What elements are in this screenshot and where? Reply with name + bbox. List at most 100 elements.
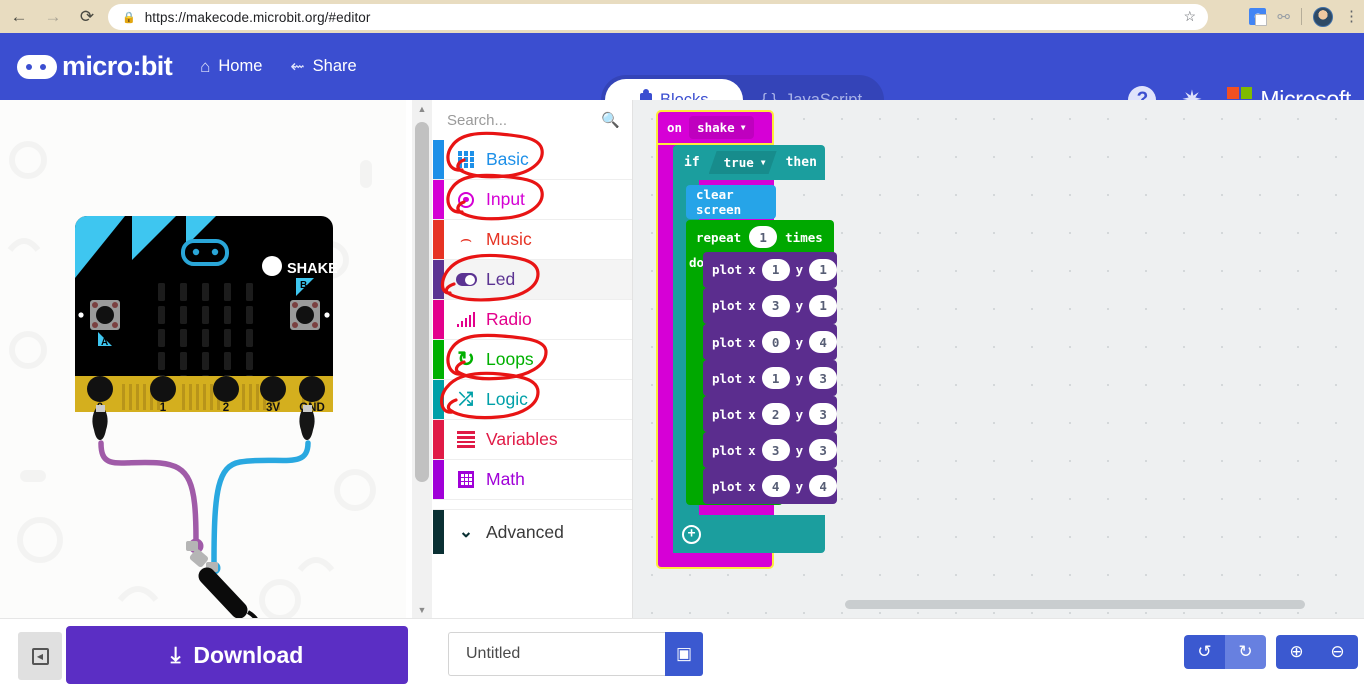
profile-avatar[interactable] <box>1313 6 1333 27</box>
toolbox-category-label: Led <box>486 269 516 289</box>
block-if-then[interactable]: if true ▼ then <box>673 145 825 180</box>
plot-label: plot <box>712 478 743 494</box>
grid-icon <box>455 151 477 168</box>
simulator-scrollbar[interactable]: ▲ ▼ <box>412 100 432 618</box>
block-plot[interactable]: plot x 4 y 4 <box>703 468 838 505</box>
collapse-simulator-button[interactable]: ◀ <box>18 632 62 680</box>
save-button[interactable]: ▣ <box>665 632 703 676</box>
three-dot-menu-icon[interactable]: ⋮ <box>1344 9 1359 24</box>
plot-label: plot <box>712 370 743 386</box>
redo-arrow-icon: ↻ <box>1238 642 1253 661</box>
toolbox-category-label: Logic <box>486 389 528 409</box>
browser-back-button[interactable]: ← <box>4 2 34 32</box>
download-button[interactable]: ⤓ Download <box>66 626 408 684</box>
signal-icon <box>455 312 477 327</box>
scroll-down-arrow-icon[interactable]: ▼ <box>412 601 432 618</box>
scrollbar-thumb[interactable] <box>415 122 429 482</box>
blocks-workspace[interactable]: on shake ▼ if true ▼ then + clear screen… <box>633 100 1364 618</box>
toolbox-category-advanced[interactable]: ⌄ Advanced <box>433 510 632 554</box>
plot-x-label: x <box>748 370 756 386</box>
bookmark-star-icon[interactable]: ☆ <box>1183 8 1196 25</box>
plot-x-input[interactable]: 0 <box>761 331 790 353</box>
zoom-out-button[interactable]: ⊖ <box>1317 635 1358 669</box>
toolbox-category-logic[interactable]: ⤮ Logic <box>433 380 632 420</box>
extensions-icon[interactable]: ⚯ <box>1277 8 1290 26</box>
repeat-count-input[interactable]: 1 <box>749 226 778 248</box>
workspace-horizontal-scrollbar[interactable] <box>845 600 1305 609</box>
toolbox-category-radio[interactable]: Radio <box>433 300 632 340</box>
browser-forward-button[interactable]: → <box>38 2 68 32</box>
category-color-strip <box>433 180 444 219</box>
magnifier-icon[interactable]: 🔍 <box>601 111 620 129</box>
block-repeat[interactable]: repeat 1 times <box>686 220 834 254</box>
plot-x-input[interactable]: 1 <box>761 367 790 390</box>
svg-text:2: 2 <box>223 402 229 414</box>
toolbox-search[interactable]: Search... 🔍 <box>433 100 632 140</box>
plot-x-label: x <box>748 262 756 278</box>
block-plot[interactable]: plot x 0 y 4 <box>703 324 838 360</box>
toolbox-category-variables[interactable]: Variables <box>433 420 632 460</box>
plot-x-input[interactable]: 4 <box>761 475 790 498</box>
block-plot[interactable]: plot x 3 y 1 <box>703 288 838 324</box>
clear-screen-label: clear screen <box>696 187 742 217</box>
block-plot[interactable]: plot x 3 y 3 <box>703 432 838 469</box>
svg-text:B: B <box>300 280 307 291</box>
plot-x-label: x <box>748 334 756 350</box>
project-name-input[interactable]: Untitled <box>448 632 665 676</box>
plot-x-input[interactable]: 1 <box>761 258 790 281</box>
toolbox-category-input[interactable]: Input <box>433 180 632 220</box>
if-block-footer[interactable]: + <box>673 515 825 553</box>
toolbox-category-loops[interactable]: ↻ Loops <box>433 340 632 380</box>
toolbox-category-label: Basic <box>486 149 529 169</box>
toolbox-category-label: Variables <box>486 429 558 449</box>
block-plot[interactable]: plot x 1 y 3 <box>703 360 838 396</box>
plot-y-input[interactable]: 4 <box>809 331 838 353</box>
undo-button[interactable]: ↺ <box>1184 635 1225 669</box>
plot-x-label: x <box>748 298 756 314</box>
home-button[interactable]: ⌂ Home <box>200 57 262 77</box>
plot-y-input[interactable]: 1 <box>809 258 838 281</box>
plot-x-input[interactable]: 2 <box>761 403 790 426</box>
block-plot[interactable]: plot x 1 y 1 <box>703 252 838 288</box>
block-plot[interactable]: plot x 2 y 3 <box>703 396 838 432</box>
headphone-icon: ⌢ <box>459 228 473 250</box>
plot-x-input[interactable]: 3 <box>761 439 790 462</box>
toolbox-category-basic[interactable]: Basic <box>433 140 632 180</box>
microbit-logo[interactable]: micro:bit <box>17 51 173 82</box>
block-on-shake[interactable]: on shake ▼ <box>656 110 774 145</box>
plot-y-input[interactable]: 3 <box>809 403 838 426</box>
if-condition-dropdown[interactable]: true ▼ <box>709 151 777 174</box>
download-icon: ⤓ <box>170 642 181 667</box>
scroll-up-arrow-icon[interactable]: ▲ <box>412 100 432 117</box>
microbit-board[interactable]: SHAKE A B 1 2 3V <box>0 100 406 618</box>
plot-y-input[interactable]: 3 <box>809 439 838 462</box>
plot-y-input[interactable]: 4 <box>809 475 838 498</box>
google-translate-icon[interactable]: G <box>1249 8 1268 26</box>
browser-reload-button[interactable]: ⟳ <box>72 2 102 32</box>
redo-button[interactable]: ↻ <box>1225 635 1266 669</box>
zoom-in-button[interactable]: ⊕ <box>1276 635 1317 669</box>
toolbox-category-label: Radio <box>486 309 532 329</box>
block-clear-screen[interactable]: clear screen <box>686 185 776 219</box>
category-color-strip <box>433 260 444 299</box>
address-bar[interactable]: 🔒 https://makecode.microbit.org/#editor … <box>108 4 1208 30</box>
toolbox-category-led[interactable]: Led <box>433 260 632 300</box>
plot-y-input[interactable]: 1 <box>809 294 838 317</box>
if-label: if <box>684 155 700 170</box>
plot-y-label: y <box>795 478 804 494</box>
toolbox-category-math[interactable]: Math <box>433 460 632 500</box>
share-button[interactable]: ⇜ Share <box>290 57 356 77</box>
search-input[interactable]: Search... <box>447 112 507 129</box>
category-color-strip <box>433 420 444 459</box>
toolbox-category-music[interactable]: ⌢ Music <box>433 220 632 260</box>
undo-redo-group: ↺ ↻ <box>1184 635 1266 669</box>
category-color-strip <box>433 220 444 259</box>
svg-text:A: A <box>101 337 108 348</box>
plot-y-label: y <box>795 370 804 386</box>
plot-y-input[interactable]: 3 <box>809 367 838 390</box>
plot-y-label: y <box>795 298 804 314</box>
event-dropdown[interactable]: shake ▼ <box>689 116 754 139</box>
plot-x-input[interactable]: 3 <box>761 294 790 317</box>
calculator-icon <box>455 471 477 488</box>
plus-circle-icon[interactable]: + <box>682 524 701 544</box>
